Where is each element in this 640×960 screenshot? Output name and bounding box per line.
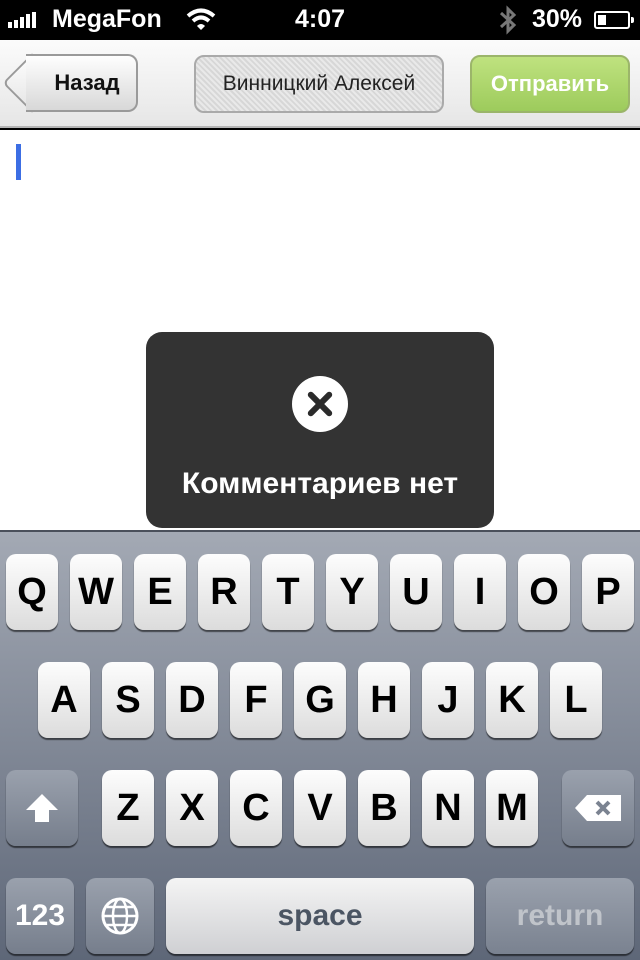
battery-percent: 30% <box>532 5 583 33</box>
send-button[interactable]: Отправить <box>470 55 630 113</box>
key-h[interactable]: H <box>358 662 410 738</box>
text-cursor <box>16 144 21 180</box>
navigation-bar: Назад Винницкий Алексей Отправить <box>0 40 640 128</box>
status-bar: MegaFon 4:07 30% <box>0 0 640 40</box>
key-g[interactable]: G <box>294 662 346 738</box>
key-u[interactable]: U <box>390 554 442 630</box>
key-v[interactable]: V <box>294 770 346 846</box>
key-x[interactable]: X <box>166 770 218 846</box>
key-p[interactable]: P <box>582 554 634 630</box>
backspace-icon <box>575 795 621 821</box>
key-r[interactable]: R <box>198 554 250 630</box>
no-comments-hud: Комментариев нет <box>146 332 494 528</box>
key-c[interactable]: C <box>230 770 282 846</box>
bluetooth-icon <box>499 5 517 35</box>
key-t[interactable]: T <box>262 554 314 630</box>
carrier-name: MegaFon <box>52 5 162 33</box>
backspace-key[interactable] <box>562 770 634 846</box>
globe-key[interactable] <box>86 878 154 954</box>
key-f[interactable]: F <box>230 662 282 738</box>
key-w[interactable]: W <box>70 554 122 630</box>
key-q[interactable]: Q <box>6 554 58 630</box>
key-i[interactable]: I <box>454 554 506 630</box>
return-key[interactable]: return <box>486 878 634 954</box>
shift-key[interactable] <box>6 770 78 846</box>
key-s[interactable]: S <box>102 662 154 738</box>
hud-message: Комментариев нет <box>181 467 459 500</box>
signal-icon <box>8 12 38 28</box>
key-l[interactable]: L <box>550 662 602 738</box>
globe-icon <box>101 897 139 935</box>
key-n[interactable]: N <box>422 770 474 846</box>
keyboard: 123 space return QWERTYUIOP ASDFGHJKL ZXCV… <box>0 530 640 960</box>
recipient-title[interactable]: Винницкий Алексей <box>194 55 444 113</box>
key-y[interactable]: Y <box>326 554 378 630</box>
wifi-icon <box>186 8 216 30</box>
key-o[interactable]: O <box>518 554 570 630</box>
key-m[interactable]: M <box>486 770 538 846</box>
battery-fill <box>598 15 606 25</box>
key-d[interactable]: D <box>166 662 218 738</box>
key-a[interactable]: A <box>38 662 90 738</box>
key-j[interactable]: J <box>422 662 474 738</box>
battery-icon <box>594 11 634 29</box>
space-key[interactable]: space <box>166 878 474 954</box>
key-k[interactable]: K <box>486 662 538 738</box>
key-b[interactable]: B <box>358 770 410 846</box>
back-button[interactable]: Назад <box>26 54 138 112</box>
key-e[interactable]: E <box>134 554 186 630</box>
key-z[interactable]: Z <box>102 770 154 846</box>
shift-icon <box>26 794 58 822</box>
numbers-key[interactable]: 123 <box>6 878 74 954</box>
close-circle-icon <box>292 376 348 432</box>
